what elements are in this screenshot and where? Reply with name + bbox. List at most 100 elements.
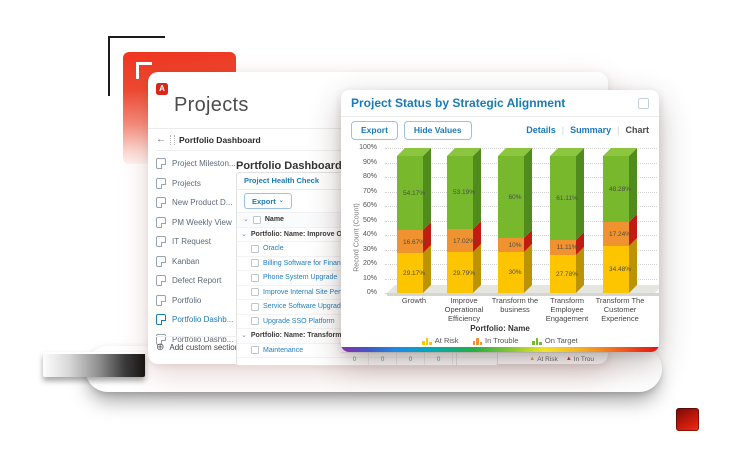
x-tick-label: Transform The Customer Experience [593, 296, 647, 323]
app-logo-icon: A [156, 83, 168, 95]
y-tick-label: 10% [349, 275, 377, 282]
select-all-checkbox[interactable] [253, 216, 261, 224]
total-value: 0 [341, 353, 369, 365]
panel-title: Portfolio Dashboard [236, 160, 342, 172]
row-checkbox[interactable] [251, 303, 259, 311]
totals-row: 0000 [341, 353, 453, 365]
add-custom-section-label: Add custom section [169, 343, 239, 352]
row-label[interactable]: Phone System Upgrade [263, 274, 337, 281]
stacked-bar: 34.48%17.24%48.28% [603, 148, 637, 293]
sidebar-header-label: Portfolio Dashboard [179, 135, 261, 145]
panel-export-button[interactable]: Export ⌄ [244, 193, 292, 209]
y-tick-label: 30% [349, 246, 377, 253]
page-title: Projects [174, 94, 249, 117]
row-checkbox[interactable] [251, 259, 259, 267]
bar-value-label: 27.78% [550, 271, 584, 278]
warning-triangle-icon: ▲ [566, 356, 572, 362]
tab-summary[interactable]: Summary [570, 125, 611, 135]
row-label[interactable]: Upgrade SSO Platform [263, 318, 335, 325]
x-tick-label: Transform the business [488, 296, 542, 314]
bar-value-label: 61.11% [550, 195, 584, 202]
x-tick-label: Transform Employee Engagement [540, 296, 594, 323]
document-icon [156, 256, 166, 267]
total-value: 0 [397, 353, 425, 365]
y-tick-label: 50% [349, 217, 377, 224]
y-tick-label: 20% [349, 260, 377, 267]
back-arrow-icon[interactable]: ← [156, 134, 166, 145]
bar-segment-side [473, 244, 481, 293]
bar-segment-side [629, 238, 637, 293]
document-icon [156, 158, 166, 169]
document-icon [156, 275, 166, 286]
sidebar-item-label: New Product D... [172, 198, 232, 207]
row-checkbox[interactable] [251, 245, 259, 253]
sidebar-item-label: Portfolio Dashb... [172, 315, 233, 324]
bar-segment-side [524, 148, 532, 238]
row-label[interactable]: Service Software Upgrade [263, 303, 345, 310]
x-tick-label: Improve Operational Efficiency [437, 296, 491, 323]
expand-icon[interactable] [638, 98, 649, 109]
bar-value-label: 17.02% [447, 238, 481, 245]
mini-barchart-icon [473, 338, 483, 345]
legend-item: In Trouble [473, 336, 519, 345]
stacked-bar: 27.78%11.11%61.11% [550, 148, 584, 293]
y-tick-label: 60% [349, 202, 377, 209]
chevron-down-icon[interactable]: ⌄ [243, 217, 249, 222]
legend-label: In Trouble [485, 336, 518, 345]
sidebar-header[interactable]: ← Portfolio Dashboard [156, 134, 261, 145]
row-label[interactable]: Oracle [263, 245, 284, 252]
view-tabs: Details|Summary|Chart [478, 125, 649, 135]
bottom-strip: 0000 ▲At Risk▲In Trou [341, 352, 608, 365]
bar-value-label: 16.67% [397, 239, 431, 246]
mini-barchart-icon [532, 338, 542, 345]
chart-legend: At RiskIn TroubleOn Target [341, 336, 659, 345]
chart-title: Project Status by Strategic Alignment [351, 96, 638, 110]
bar-value-label: 54.17% [397, 190, 431, 197]
tab-separator: | [617, 125, 619, 135]
y-tick-label: 90% [349, 159, 377, 166]
chevron-down-icon[interactable]: ⌄ [241, 333, 247, 338]
bar-value-label: 17.24% [603, 231, 637, 238]
chevron-down-icon[interactable]: ⌄ [241, 232, 247, 237]
y-tick-label: 80% [349, 173, 377, 180]
legend-label: On Target [545, 336, 578, 345]
row-checkbox[interactable] [251, 317, 259, 325]
drag-handle-icon[interactable] [170, 135, 175, 145]
row-checkbox[interactable] [251, 346, 259, 354]
mini-legend: ▲ At Risk ▲In Trou [457, 356, 608, 363]
bar-value-label: 34.48% [603, 266, 637, 273]
mini-legend-label: At Risk [537, 356, 558, 363]
bar-segment-side [576, 148, 584, 240]
mini-legend-label: In Trou [574, 356, 594, 363]
document-icon [156, 236, 166, 247]
document-icon [156, 314, 166, 325]
plot-area: 29.17%16.67%54.17%29.79%17.02%53.19%30%1… [385, 148, 657, 293]
bar-segment-side [524, 244, 532, 293]
stacked-bar: 30%10%60% [498, 148, 532, 293]
hide-values-button[interactable]: Hide Values [404, 121, 472, 140]
x-axis-labels: GrowthImprove Operational EfficiencyTran… [341, 296, 659, 326]
row-checkbox[interactable] [251, 288, 259, 296]
row-label[interactable]: Maintenance [263, 347, 303, 354]
column-header-name: Name [265, 216, 284, 223]
y-tick-label: 70% [349, 188, 377, 195]
mini-legend-item: ▲In Trou [566, 356, 594, 363]
legend-item: On Target [532, 336, 577, 345]
mini-barchart-icon [422, 338, 432, 345]
document-icon [156, 197, 166, 208]
export-button[interactable]: Export [351, 121, 398, 140]
add-custom-section-button[interactable]: ⊕ Add custom section [156, 342, 239, 353]
row-checkbox[interactable] [251, 274, 259, 282]
chart-region: Record Count (Count) 29.17%16.67%54.17%2… [341, 142, 659, 347]
tab-chart[interactable]: Chart [625, 125, 649, 135]
y-tick-label: 100% [349, 144, 377, 151]
x-tick-label: Growth [387, 296, 441, 305]
sidebar-divider [156, 150, 356, 151]
bar-value-label: 29.79% [447, 270, 481, 277]
y-tick-label: 0% [349, 289, 377, 296]
tab-details[interactable]: Details [526, 125, 556, 135]
x-axis-title: Portfolio: Name [341, 324, 659, 333]
red-square-accent [676, 408, 699, 431]
bar-value-label: 29.17% [397, 270, 431, 277]
sidebar-item-label: IT Request [172, 237, 211, 246]
